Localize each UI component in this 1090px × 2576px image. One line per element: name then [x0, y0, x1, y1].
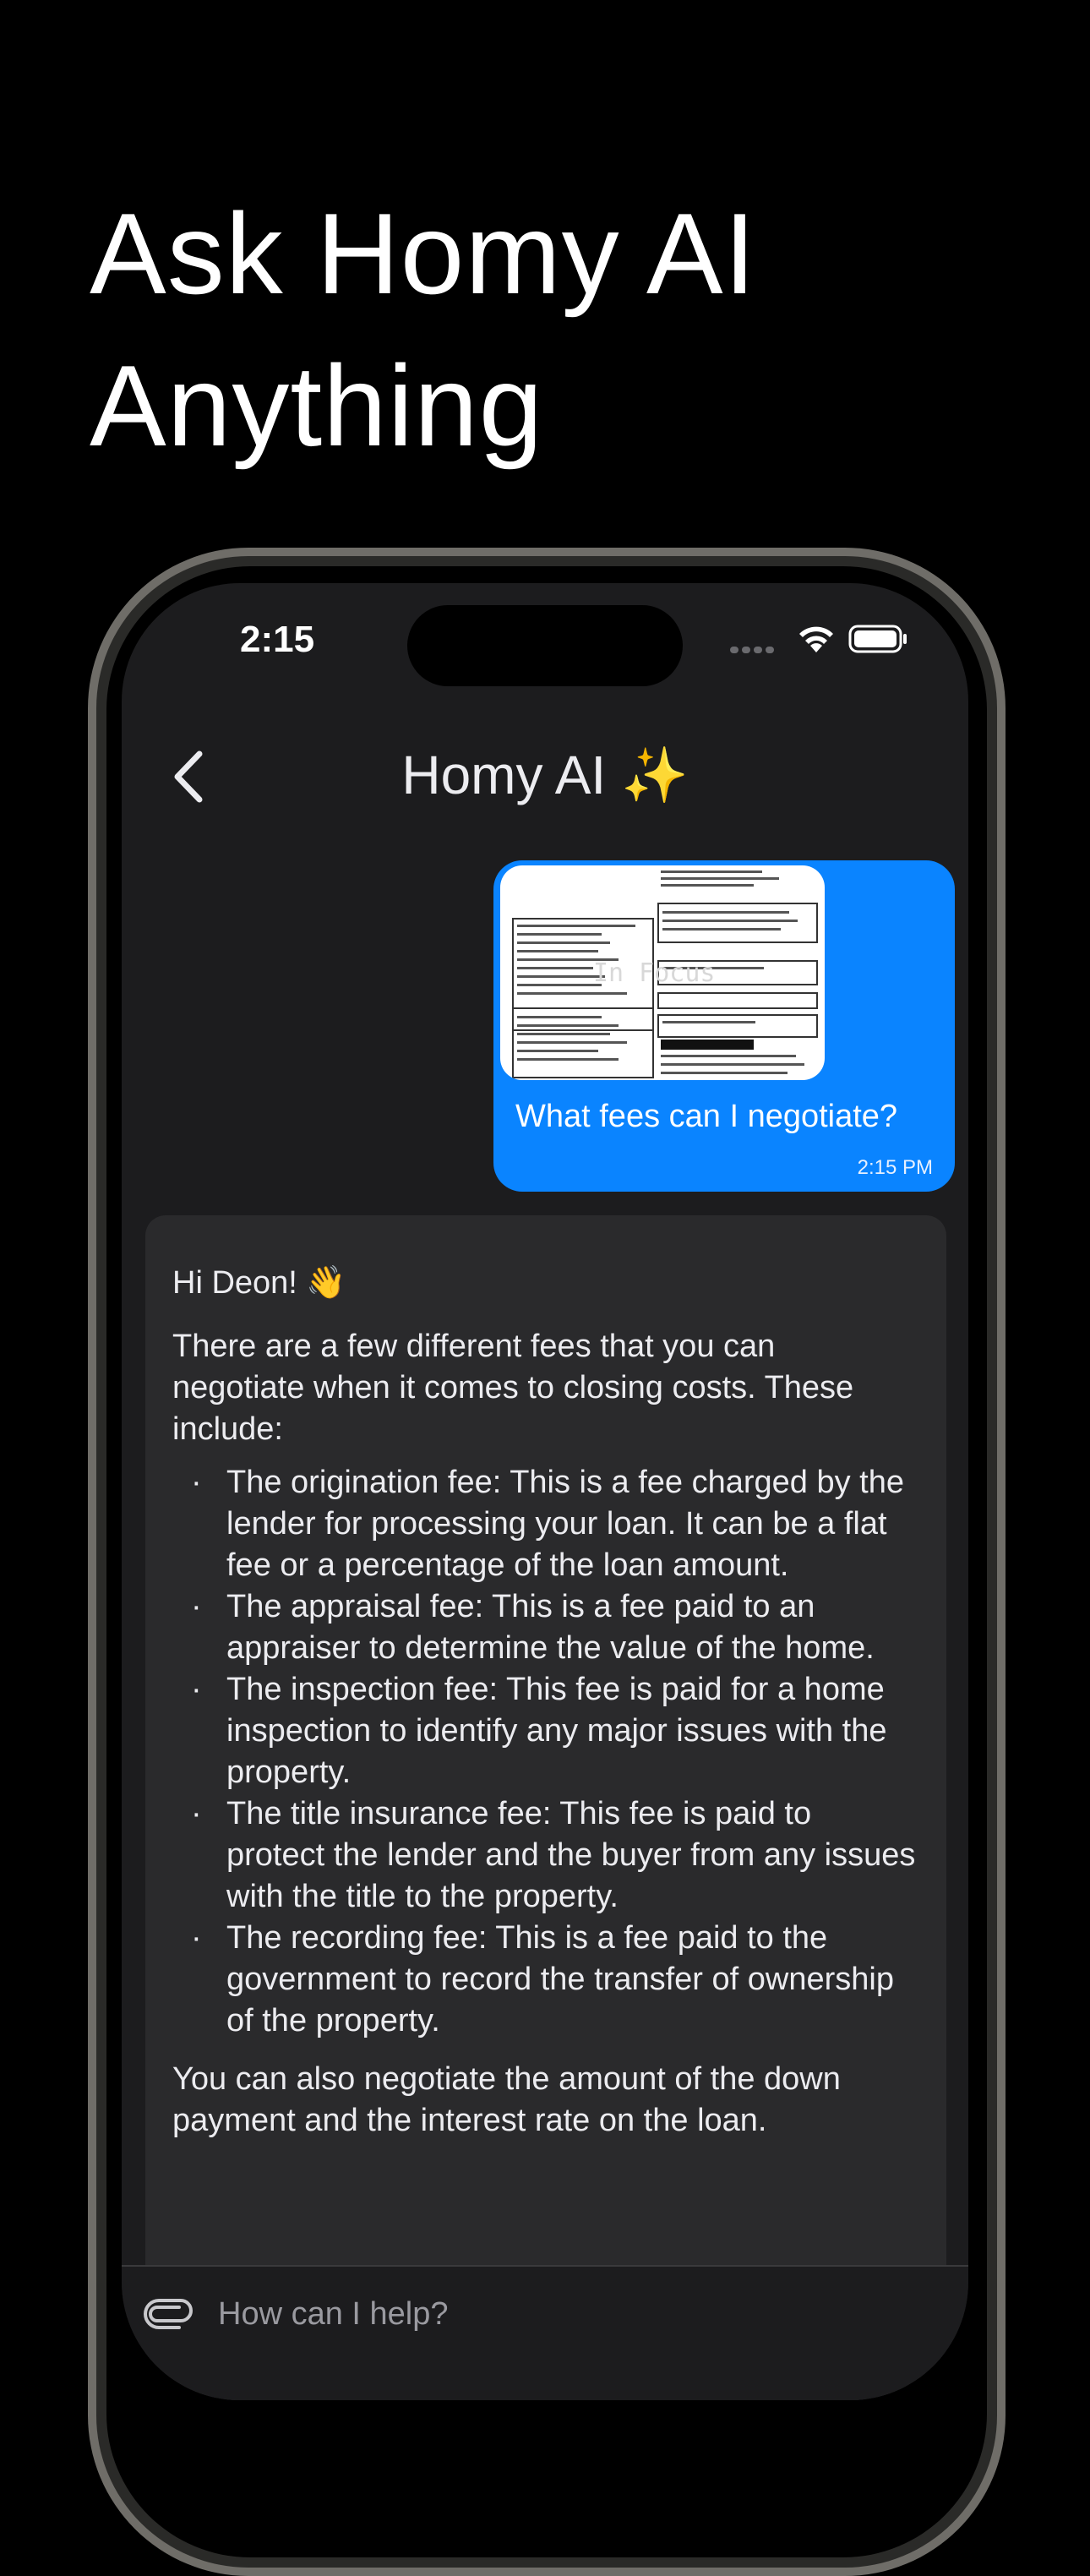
- list-item: The inspection fee: This fee is paid for…: [172, 1669, 916, 1793]
- chat-title: Homy AI ✨: [401, 745, 689, 805]
- dynamic-island: [407, 605, 683, 686]
- wifi-icon: [799, 626, 833, 652]
- reply-closing: You can also negotiate the amount of the…: [172, 2061, 841, 2138]
- user-message-time: 2:15 PM: [857, 1156, 933, 1179]
- composer-bar: [122, 2265, 968, 2400]
- list-item: The title insurance fee: This fee is pai…: [172, 1793, 916, 1918]
- list-item: The recording fee: This is a fee paid to…: [172, 1918, 916, 2042]
- reply-intro: There are a few different fees that you …: [172, 1329, 854, 1447]
- battery-icon: [848, 625, 907, 653]
- reply-greeting: Hi Deon! 👋: [172, 1265, 346, 1301]
- message-input[interactable]: [216, 2290, 862, 2338]
- list-item: The origination fee: This is a fee charg…: [172, 1462, 916, 1586]
- attachment-watermark: In Focus: [593, 958, 716, 988]
- attachment-image[interactable]: In Focus: [500, 865, 825, 1080]
- paperclip-icon[interactable]: [142, 2295, 193, 2329]
- phone-screen: 2:15 Homy AI ✨ In Focus What fees can I …: [122, 583, 968, 2400]
- user-message-bubble[interactable]: In Focus What fees can I negotiate? 2:15…: [493, 860, 955, 1192]
- headline-line-2: Anything: [90, 341, 544, 470]
- headline: Ask Homy AI Anything: [90, 177, 756, 482]
- user-message-text: What fees can I negotiate?: [515, 1099, 898, 1134]
- signal-dots-icon: [730, 642, 781, 653]
- reply-fee-list: The origination fee: This is a fee charg…: [172, 1462, 916, 2042]
- ai-reply-text: Hi Deon! 👋 There are a few different fee…: [172, 1263, 916, 2164]
- ai-reply-card: Hi Deon! 👋 There are a few different fee…: [145, 1215, 946, 2400]
- status-time: 2:15: [240, 619, 315, 660]
- headline-line-1: Ask Homy AI: [90, 189, 757, 318]
- list-item: The appraisal fee: This is a fee paid to…: [172, 1586, 916, 1669]
